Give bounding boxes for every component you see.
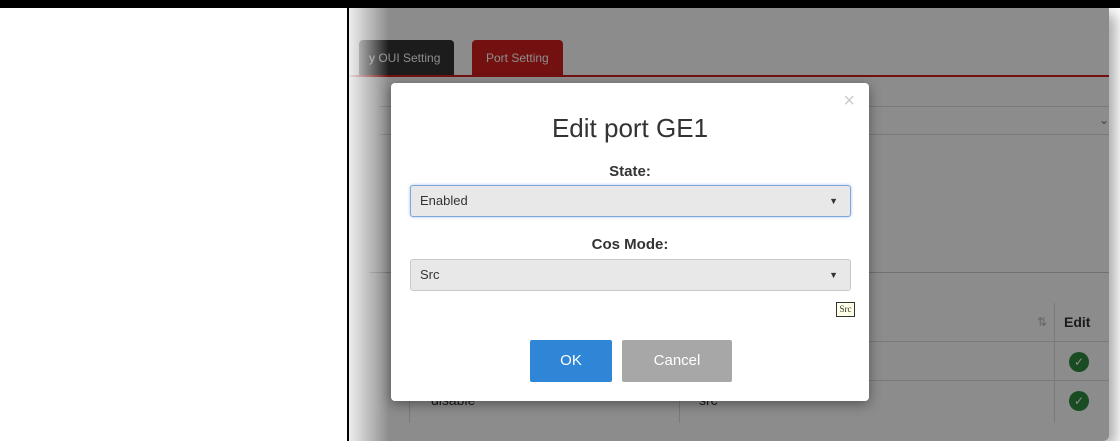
top-border <box>0 0 1120 8</box>
dialog-title: Edit port GE1 <box>551 113 709 143</box>
caret-down-icon: ▼ <box>829 196 838 206</box>
close-icon[interactable]: × <box>843 91 855 111</box>
state-label: State: <box>609 163 651 180</box>
cos-mode-label: Cos Mode: <box>591 236 669 253</box>
tooltip: Src <box>836 302 855 317</box>
cancel-button[interactable]: Cancel <box>622 340 732 382</box>
state-select[interactable]: Enabled ▼ <box>410 185 851 217</box>
page-background: y OUI Setting Port Setting ⌄ ⇅ Edit disa… <box>349 8 1109 441</box>
caret-down-icon: ▼ <box>829 270 838 280</box>
cos-mode-select[interactable]: Src ▼ <box>410 259 851 291</box>
cos-mode-select-value: Src <box>420 267 440 282</box>
edit-port-dialog: × Edit port GE1 State: Enabled ▼ Cos Mod… <box>391 83 869 401</box>
ok-button[interactable]: OK <box>530 340 612 382</box>
screenshot-area: y OUI Setting Port Setting ⌄ ⇅ Edit disa… <box>349 8 1120 441</box>
state-select-value: Enabled <box>420 193 468 208</box>
edge-fade <box>349 8 389 441</box>
